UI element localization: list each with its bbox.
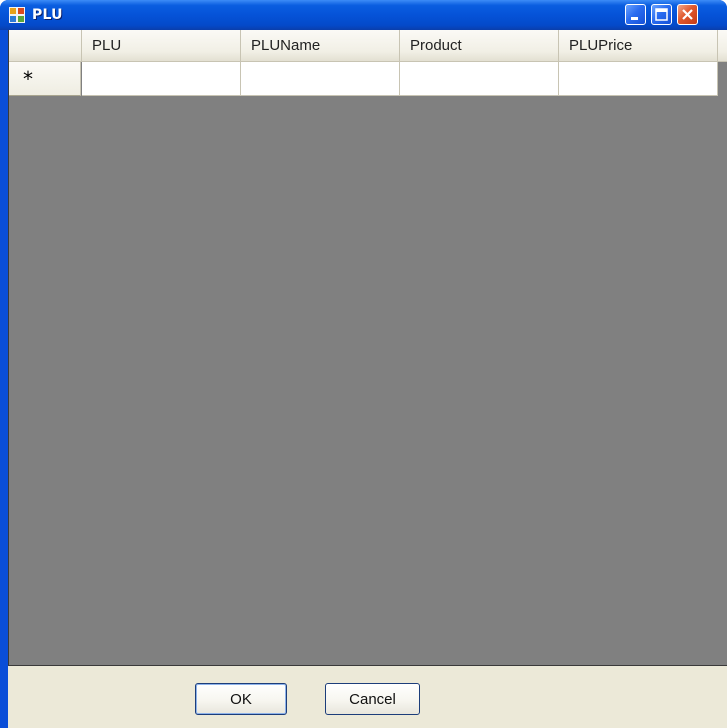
plu-data-grid[interactable]: PLU PLUName Product PLUPrice * — [8, 30, 727, 666]
ok-button[interactable]: OK — [195, 683, 287, 715]
header-filler — [718, 30, 727, 62]
column-header-plu[interactable]: PLU — [82, 30, 241, 62]
maximize-button[interactable] — [651, 4, 672, 25]
new-row-cell-pluname[interactable] — [241, 62, 400, 96]
new-row-icon: * — [23, 67, 33, 91]
column-header-pluprice[interactable]: PLUPrice — [559, 30, 718, 62]
close-icon — [682, 9, 693, 20]
corner-header-cell[interactable] — [9, 30, 82, 62]
window-title: PLU — [32, 7, 63, 23]
title-bar[interactable]: PLU — [0, 0, 727, 30]
new-row-cell-product[interactable] — [400, 62, 559, 96]
app-icon[interactable] — [9, 7, 25, 23]
client-area: PLU PLUName Product PLUPrice * OK Cancel — [8, 30, 727, 728]
new-row-cell-pluprice[interactable] — [559, 62, 718, 96]
maximize-icon — [655, 8, 668, 21]
column-header-product[interactable]: Product — [400, 30, 559, 62]
close-button[interactable] — [677, 4, 698, 25]
cancel-button[interactable]: Cancel — [325, 683, 420, 715]
new-row-cell-plu[interactable] — [82, 62, 241, 96]
column-header-pluname[interactable]: PLUName — [241, 30, 400, 62]
plu-window: PLU PLU PLUName Product PLUPrice * OK Ca… — [0, 0, 727, 728]
grid-header-row: PLU PLUName Product PLUPrice — [9, 30, 727, 62]
minimize-icon — [631, 17, 638, 20]
minimize-button[interactable] — [625, 4, 646, 25]
new-row-header[interactable]: * — [9, 62, 81, 96]
